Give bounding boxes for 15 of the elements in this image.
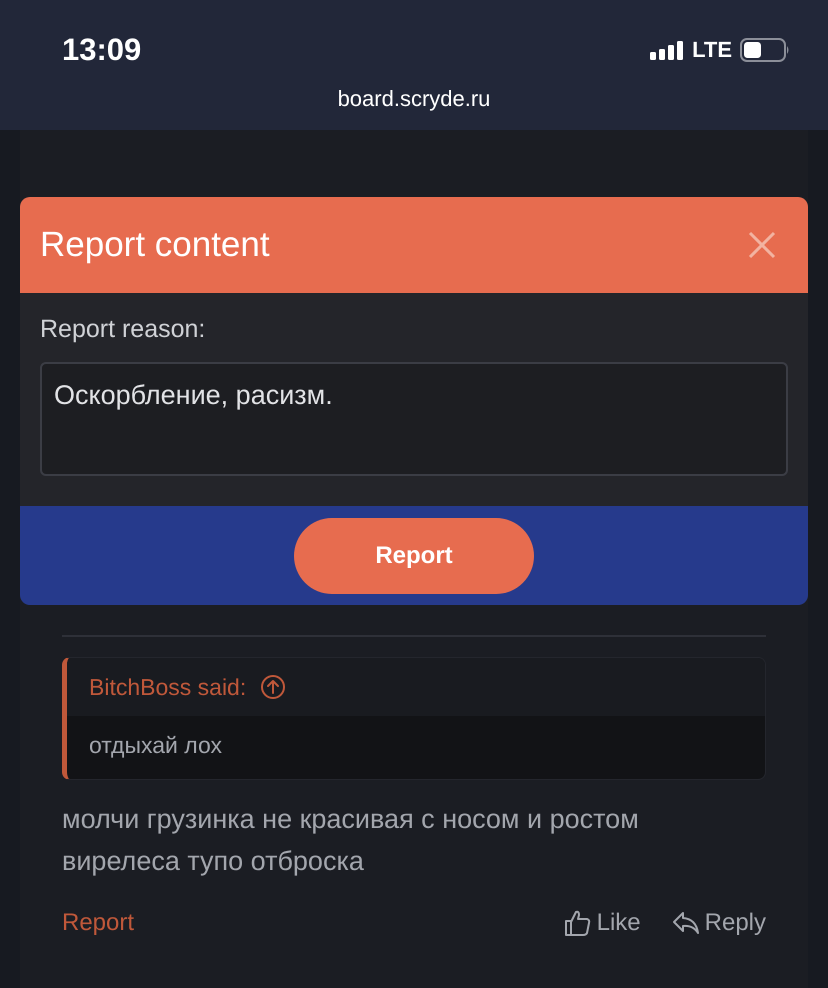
quote-author: BitchBoss said: [89, 674, 246, 700]
arrow-up-circle-icon[interactable] [260, 674, 286, 700]
post-text: молчи грузинка не красивая с носом и ростом вирелеса тупо отброска [62, 803, 640, 878]
address-bar-url[interactable]: board.scryde.ru [38, 86, 790, 112]
reply-button[interactable]: Reply [670, 908, 766, 938]
reason-field[interactable]: Оскорбление, расизм. [40, 362, 788, 476]
network-type: LTE [692, 37, 732, 63]
status-time: 13:09 [62, 32, 142, 68]
dialog-title: Report content [40, 225, 270, 265]
thumbs-up-icon [562, 908, 593, 938]
quote-text: отдыхай лох [88, 731, 223, 760]
field-label: Report reason: [40, 315, 206, 344]
like-button[interactable]: Like [562, 908, 641, 938]
battery-icon [740, 38, 790, 62]
report-link[interactable]: Report [62, 909, 134, 937]
